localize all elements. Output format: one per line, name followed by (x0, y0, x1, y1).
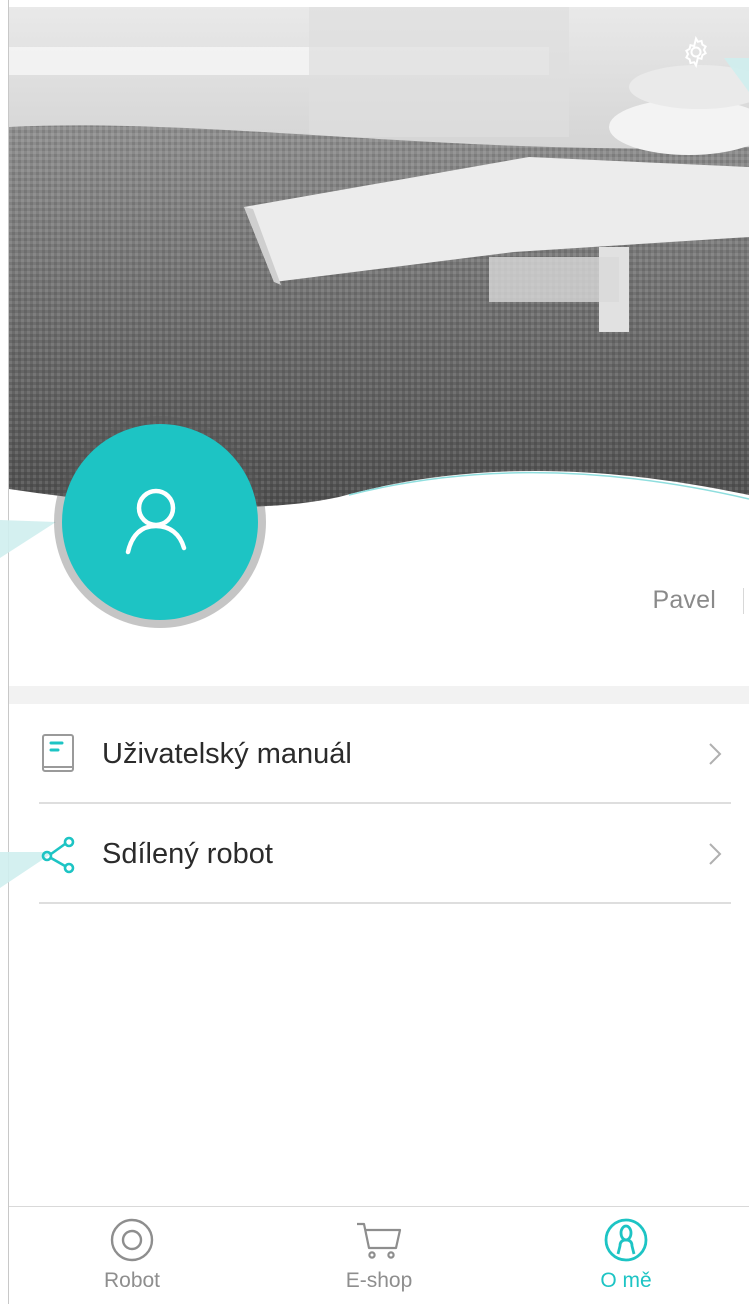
callout-pointer-settings (724, 58, 749, 92)
share-icon (37, 832, 81, 876)
tab-eshop[interactable]: E-shop (256, 1207, 502, 1304)
gear-icon (685, 35, 707, 69)
username-divider (743, 588, 744, 614)
manual-icon (37, 732, 81, 776)
user-tab-icon (598, 1215, 654, 1265)
menu-item-shared-robot[interactable]: Sdílený robot (9, 804, 749, 904)
menu-list: Uživatelský manuál Sdílený robot (9, 704, 749, 904)
tab-robot[interactable]: Robot (9, 1207, 255, 1304)
menu-divider (39, 902, 731, 904)
tab-label: E-shop (345, 1269, 413, 1292)
menu-item-label: Uživatelský manuál (102, 737, 352, 770)
chevron-right-icon (709, 843, 722, 865)
tab-label: O mě (600, 1269, 652, 1292)
tab-label: Robot (103, 1269, 161, 1292)
chevron-right-icon (709, 743, 722, 765)
profile-screen: Pavel Uživatelský manuál Sdílený robot R… (0, 0, 749, 1304)
bottom-tab-bar: Robot E-shop O mě (9, 1206, 749, 1304)
section-gap (9, 686, 749, 704)
robot-icon (104, 1215, 160, 1265)
username: Pavel (652, 586, 716, 614)
avatar[interactable] (62, 424, 258, 620)
menu-item-user-manual[interactable]: Uživatelský manuál (9, 704, 749, 804)
settings-button[interactable] (674, 30, 718, 74)
callout-pointer-avatar (0, 520, 56, 558)
person-icon (125, 488, 187, 555)
cart-icon (351, 1215, 407, 1265)
menu-item-label: Sdílený robot (102, 837, 273, 870)
tab-about-me[interactable]: O mě (503, 1207, 749, 1304)
